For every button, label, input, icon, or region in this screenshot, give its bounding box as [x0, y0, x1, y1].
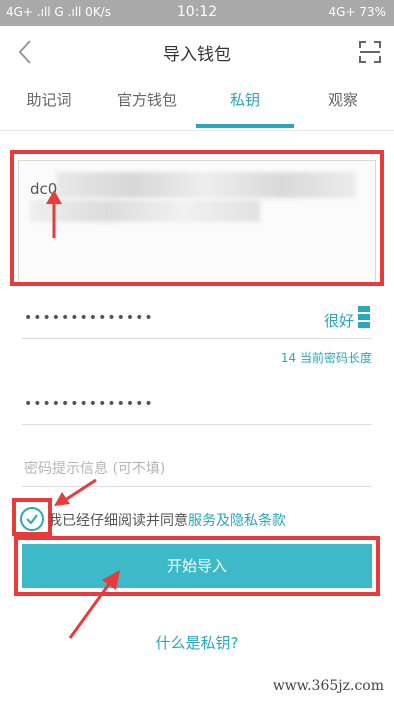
page-title: 导入钱包	[163, 45, 231, 65]
status-bar: 4G+ .ıll G .ıll 0K/s 10:12 4G+ 73%	[0, 0, 394, 26]
tab-watch[interactable]: 观察	[294, 78, 392, 130]
annotation-arrow-icon	[46, 190, 62, 238]
tab-private-key[interactable]: 私钥	[196, 78, 294, 130]
annotation-box-private-key	[10, 150, 384, 286]
annotation-box-checkbox	[12, 498, 52, 536]
what-is-private-key-link[interactable]: 什么是私钥?	[0, 632, 394, 653]
annotation-arrow-icon	[54, 478, 97, 506]
agreement-label: 我已经仔细阅读并同意	[48, 513, 188, 529]
annotation-arrow-icon	[68, 570, 120, 639]
terms-link[interactable]: 服务及隐私条款	[188, 513, 286, 529]
password-strength-label: 很好	[323, 312, 354, 330]
active-tab-indicator	[196, 124, 294, 128]
scan-icon[interactable]	[358, 40, 382, 64]
app-header: 导入钱包	[0, 26, 394, 78]
battery-indicator: 4G+ 73%	[328, 5, 386, 19]
password-length-hint: 14 当前密码长度	[280, 351, 372, 365]
tab-mnemonic[interactable]: 助记词	[0, 78, 98, 130]
watermark: www.365jz.com	[272, 678, 384, 694]
password-value: ••••••••••••••	[24, 310, 154, 326]
tab-official-wallet[interactable]: 官方钱包	[98, 78, 196, 130]
agreement-text: 我已经仔细阅读并同意服务及隐私条款	[48, 510, 286, 530]
password-hint-placeholder: 密码提示信息 (可不填)	[24, 461, 166, 477]
password-strength-icon	[358, 306, 370, 332]
confirm-password-value: ••••••••••••••	[24, 396, 154, 412]
